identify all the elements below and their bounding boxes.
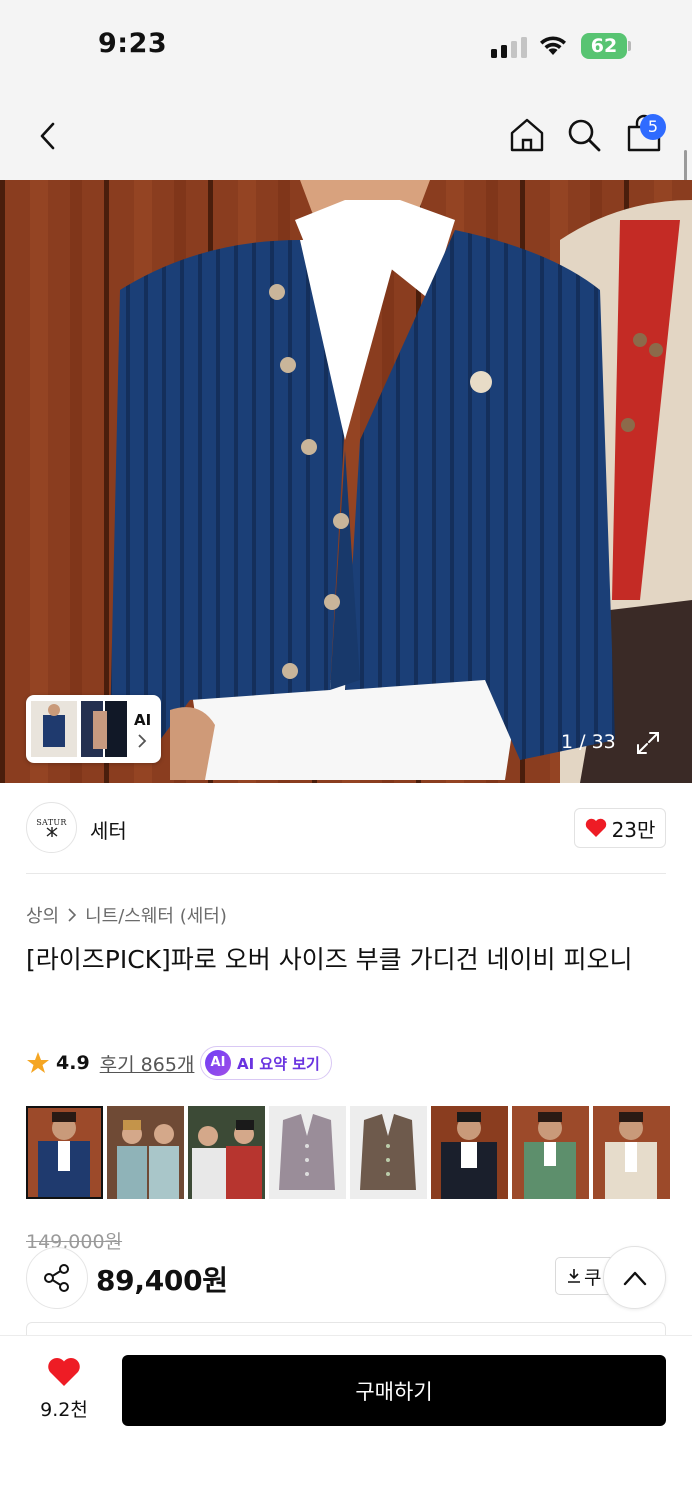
battery-nub (628, 41, 631, 51)
expand-icon[interactable] (636, 731, 660, 755)
download-icon (568, 1269, 580, 1283)
brand-name[interactable]: 세터 (90, 815, 127, 844)
star-icon (27, 1052, 49, 1073)
color-option-4[interactable] (269, 1106, 346, 1199)
divider (26, 873, 666, 874)
share-button[interactable] (26, 1247, 88, 1309)
search-icon[interactable] (565, 116, 603, 154)
brand-like-button[interactable]: 23만 (574, 808, 666, 848)
ai-gallery-preview (31, 701, 127, 757)
wishlist-heart-icon[interactable] (47, 1357, 81, 1387)
breadcrumb-item-subcategory[interactable]: 니트/스웨터 (세터) (85, 902, 227, 928)
product-photo (0, 180, 692, 783)
brand-logo-text: SATUR (36, 818, 67, 827)
share-icon (44, 1264, 69, 1292)
cellular-signal-icon (491, 36, 527, 58)
status-bar: 9:23 62 (0, 0, 692, 92)
product-main-image[interactable] (0, 180, 692, 783)
battery-indicator: 62 (581, 33, 627, 59)
review-link[interactable]: 후기 865개 (100, 1050, 195, 1077)
ai-gallery-label: AI (134, 711, 152, 729)
breadcrumb-item-category[interactable]: 상의 (26, 902, 59, 928)
wishlist-count: 9.2천 (40, 1399, 88, 1421)
ai-summary-label: AI 요약 보기 (237, 1054, 320, 1073)
status-time: 9:23 (98, 28, 168, 59)
color-option-6[interactable] (431, 1106, 508, 1199)
chevron-right-icon (138, 734, 147, 748)
product-title: [라이즈PICK]파로 오버 사이즈 부클 가디건 네이비 피오니 (26, 945, 633, 974)
chevron-right-icon (68, 908, 77, 922)
color-option-3[interactable] (188, 1106, 265, 1199)
color-option-5[interactable] (350, 1106, 427, 1199)
back-button[interactable] (28, 116, 68, 156)
battery-level: 62 (590, 35, 618, 57)
rating-score: 4.9 (56, 1052, 90, 1074)
chevron-up-icon (623, 1271, 646, 1285)
breadcrumb: 상의 니트/스웨터 (세터) (26, 902, 227, 928)
chevron-left-icon (40, 122, 55, 150)
color-option-list (26, 1106, 670, 1199)
ai-summary-button[interactable]: AI AI 요약 보기 (200, 1046, 332, 1080)
wifi-icon (540, 36, 566, 55)
color-option-1[interactable] (26, 1106, 103, 1199)
brand-emblem-icon (46, 827, 57, 837)
ai-badge-icon: AI (205, 1050, 231, 1076)
original-price: 149,000원 (26, 1231, 123, 1253)
brand-like-count: 23만 (611, 817, 656, 842)
color-option-8[interactable] (593, 1106, 670, 1199)
sale-price: 89,400원 (96, 1264, 228, 1297)
coupon-label: 쿠 (584, 1266, 602, 1289)
rating-row: 4.9 후기 865개 (26, 1049, 194, 1077)
color-option-7[interactable] (512, 1106, 589, 1199)
heart-icon (585, 818, 606, 837)
color-option-2[interactable] (107, 1106, 184, 1199)
cart-count-badge: 5 (640, 114, 666, 140)
ai-gallery-card[interactable] (26, 695, 161, 763)
image-counter: 1 / 33 (561, 731, 616, 753)
home-icon[interactable] (508, 116, 546, 154)
buy-button[interactable]: 구매하기 (122, 1355, 666, 1426)
brand-logo[interactable]: SATUR (26, 802, 77, 853)
top-nav-bar (0, 92, 692, 180)
scroll-top-button[interactable] (603, 1246, 666, 1309)
